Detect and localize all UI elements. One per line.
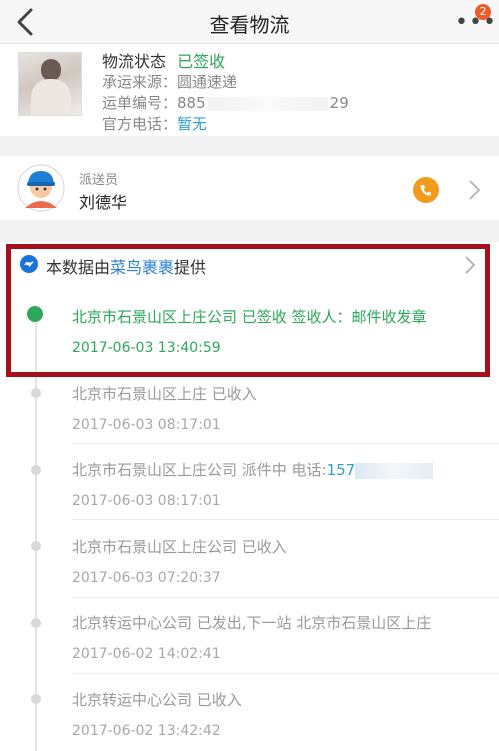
more-dots-icon: ••• — [455, 10, 497, 35]
timeline-text-main: 北京市石景山区上庄公司 派件中 电话: — [72, 461, 327, 479]
section-divider — [0, 136, 499, 156]
timeline-text: 北京市石景山区上庄公司 已收入 — [72, 538, 287, 556]
timeline-item: 北京市石景山区上庄 已收入 2017-06-03 08:17:01 — [72, 383, 492, 433]
more-button[interactable]: ••• 2 — [451, 4, 496, 40]
timeline-time: 2017-06-02 13:42:42 — [72, 723, 221, 739]
timeline-dot — [31, 618, 41, 628]
timeline-separator — [72, 597, 499, 598]
timeline-text: 北京市石景山区上庄 已收入 — [72, 385, 257, 403]
tracking-row: 运单编号：885 29 — [102, 92, 349, 113]
tracking-prefix: 885 — [177, 94, 206, 112]
timeline-text: 北京转运中心公司 已收入 — [72, 691, 242, 709]
timeline-dot — [31, 465, 41, 475]
phone-label: 官方电话： — [102, 115, 178, 133]
phone-row: 官方电话：暂无 — [102, 113, 207, 134]
timeline-item: 北京市石景山区上庄公司 派件中 电话:157 2017-06-03 08:17:… — [72, 459, 492, 509]
status-label: 物流状态 — [102, 52, 167, 71]
timeline-item: 北京转运中心公司 已发出,下一站 北京市石景山区上庄 2017-06-02 14… — [72, 612, 492, 662]
product-thumbnail[interactable] — [18, 52, 82, 116]
carrier-label: 承运来源： — [102, 73, 178, 91]
phone-value[interactable]: 暂无 — [177, 115, 207, 133]
timeline-separator — [72, 443, 499, 444]
courier-chevron-icon[interactable] — [466, 178, 482, 202]
tracking-suffix: 29 — [329, 94, 349, 112]
timeline-dot — [31, 694, 41, 704]
phone-redaction — [355, 462, 434, 479]
phone-icon — [420, 185, 431, 196]
courier-phone-link[interactable]: 157 — [327, 461, 356, 479]
tracking-redaction — [207, 96, 328, 111]
courier-avatar — [17, 164, 65, 212]
timeline-separator — [72, 519, 499, 520]
timeline-time: 2017-06-03 08:17:01 — [72, 493, 221, 509]
carrier-value: 圆通速递 — [177, 73, 238, 91]
courier-role: 派送员 — [79, 173, 119, 188]
notification-badge: 2 — [475, 4, 491, 20]
status-row: 物流状态 已签收 — [102, 48, 225, 72]
carrier-row: 承运来源：圆通速递 — [102, 71, 237, 92]
highlight-annotation-box — [6, 244, 490, 377]
timeline-separator — [72, 673, 499, 674]
timeline-line — [35, 318, 37, 751]
tracking-label: 运单编号： — [102, 94, 178, 112]
timeline-dot — [31, 541, 41, 551]
courier-name: 刘德华 — [79, 193, 128, 212]
timeline-item: 北京市石景山区上庄公司 已收入 2017-06-03 07:20:37 — [72, 536, 492, 586]
status-value: 已签收 — [177, 52, 226, 71]
timeline-dot — [31, 388, 41, 398]
page-title: 查看物流 — [209, 13, 290, 37]
timeline-item: 北京转运中心公司 已收入 2017-06-02 13:42:42 — [72, 689, 492, 739]
timeline-time: 2017-06-03 07:20:37 — [72, 570, 221, 586]
timeline-text: 北京转运中心公司 已发出,下一站 北京市石景山区上庄 — [72, 614, 432, 632]
section-divider-2 — [0, 220, 499, 242]
timeline-time: 2017-06-02 14:02:41 — [72, 646, 221, 662]
call-courier-button[interactable] — [413, 177, 439, 203]
timeline-text: 北京市石景山区上庄公司 派件中 电话:157 — [72, 459, 492, 480]
nav-bar: 查看物流 ••• 2 — [0, 0, 499, 44]
timeline-time: 2017-06-03 08:17:01 — [72, 417, 221, 433]
